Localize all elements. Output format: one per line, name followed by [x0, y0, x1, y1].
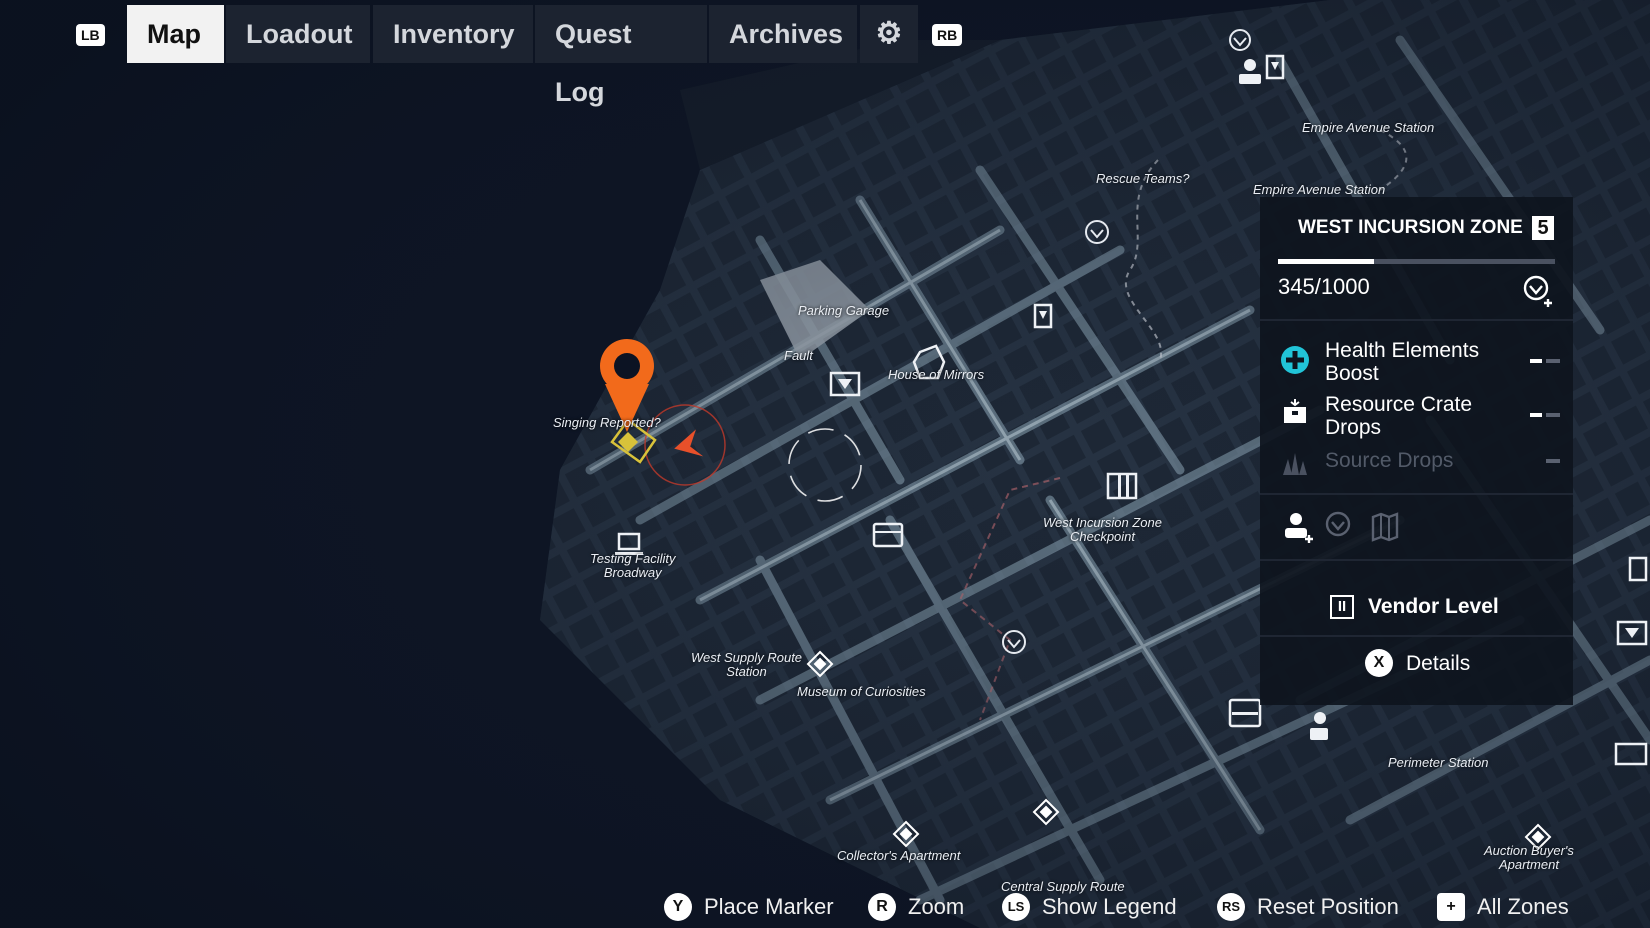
label-fault: Fault: [784, 348, 813, 363]
resource-crate-icon: [1284, 399, 1306, 423]
zone-title: WEST INCURSION ZONE: [1298, 217, 1523, 238]
label-rescue-teams: Rescue Teams?: [1096, 171, 1190, 186]
zone-level-badge: 5: [1532, 216, 1554, 240]
r-stick-icon: R: [868, 893, 896, 921]
hint-label: All Zones: [1477, 894, 1569, 919]
add-marker-icon[interactable]: [1522, 275, 1556, 309]
label-museum-of-curiosities: Museum of Curiosities: [797, 684, 926, 699]
dpad-icon: +: [1437, 893, 1465, 921]
source-drops-icon: [1283, 453, 1307, 475]
heart-add-icon[interactable]: [1324, 511, 1358, 545]
details-button[interactable]: X Details: [1365, 649, 1515, 681]
tab-quest-log[interactable]: Quest Log: [535, 5, 707, 107]
gear-icon: ⚙: [875, 17, 903, 50]
ls-button-icon: LS: [1002, 893, 1030, 921]
hint-all-zones[interactable]: + All Zones: [1437, 890, 1569, 924]
zone-info-panel: WEST INCURSION ZONE 5 345/1000 Health El…: [1260, 197, 1573, 705]
zone-progress-bar: [1278, 259, 1555, 264]
hint-show-legend[interactable]: LS Show Legend: [1002, 890, 1177, 924]
stat-label: Resource Crate Drops: [1325, 393, 1473, 439]
label-singing-reported: Singing Reported?: [553, 415, 661, 430]
stat-health-elements: Health Elements Boost: [1280, 339, 1560, 389]
label-perimeter-station: Perimeter Station: [1388, 755, 1489, 770]
add-contact-icon[interactable]: [1282, 511, 1316, 545]
label-empire-avenue-station: Empire Avenue Station: [1253, 182, 1386, 197]
label-west-supply-route: West Supply Route Station: [691, 650, 803, 679]
tab-loadout[interactable]: Loadout: [226, 5, 370, 63]
label-house-of-mirrors: House of Mirrors: [888, 367, 985, 382]
map-add-icon[interactable]: [1370, 511, 1404, 545]
tab-settings[interactable]: ⚙: [860, 5, 918, 63]
y-button-icon: Y: [664, 893, 692, 921]
tab-inventory[interactable]: Inventory: [373, 5, 533, 63]
hint-label: Reset Position: [1257, 894, 1399, 919]
label-west-incursion-checkpoint: West Incursion Zone Checkpoint: [1043, 515, 1162, 544]
stat-source-drops: Source Drops: [1280, 449, 1560, 483]
details-label: Details: [1406, 652, 1471, 675]
label-collectors-apartment: Collector's Apartment: [837, 848, 961, 863]
health-plus-icon: [1281, 346, 1309, 374]
stat-resource-crate: Resource Crate Drops: [1280, 393, 1560, 443]
label-parking-garage: Parking Garage: [798, 303, 890, 318]
rb-button[interactable]: RB: [932, 24, 963, 46]
hint-label: Show Legend: [1042, 894, 1177, 919]
stat-label: Health Elements Boost: [1325, 339, 1480, 385]
zone-progress-text: 345/1000: [1278, 274, 1370, 299]
label-testing-facility: Testing Facility Broadway: [590, 551, 676, 580]
hint-place-marker[interactable]: Y Place Marker: [664, 890, 834, 924]
zone-progress-fill: [1278, 259, 1374, 264]
label-auction-buyers-apartment: Auction Buyer's Apartment: [1484, 843, 1574, 872]
tab-map[interactable]: Map: [127, 5, 224, 63]
hint-reset-position[interactable]: RS Reset Position: [1217, 890, 1399, 924]
label-empire-avenue-station: Empire Avenue Station: [1302, 120, 1435, 135]
vendor-level-label: Vendor Level: [1368, 595, 1499, 618]
tab-archives[interactable]: Archives: [709, 5, 857, 63]
hint-label: Place Marker: [704, 894, 834, 919]
x-button-icon: X: [1365, 649, 1393, 677]
hint-label: Zoom: [908, 894, 965, 919]
vendor-rank-badge: II: [1330, 595, 1354, 619]
stat-label: Source Drops: [1325, 449, 1454, 472]
rs-button-icon: RS: [1217, 893, 1245, 921]
lb-button[interactable]: LB: [76, 24, 105, 46]
hint-zoom[interactable]: R Zoom: [868, 890, 964, 924]
